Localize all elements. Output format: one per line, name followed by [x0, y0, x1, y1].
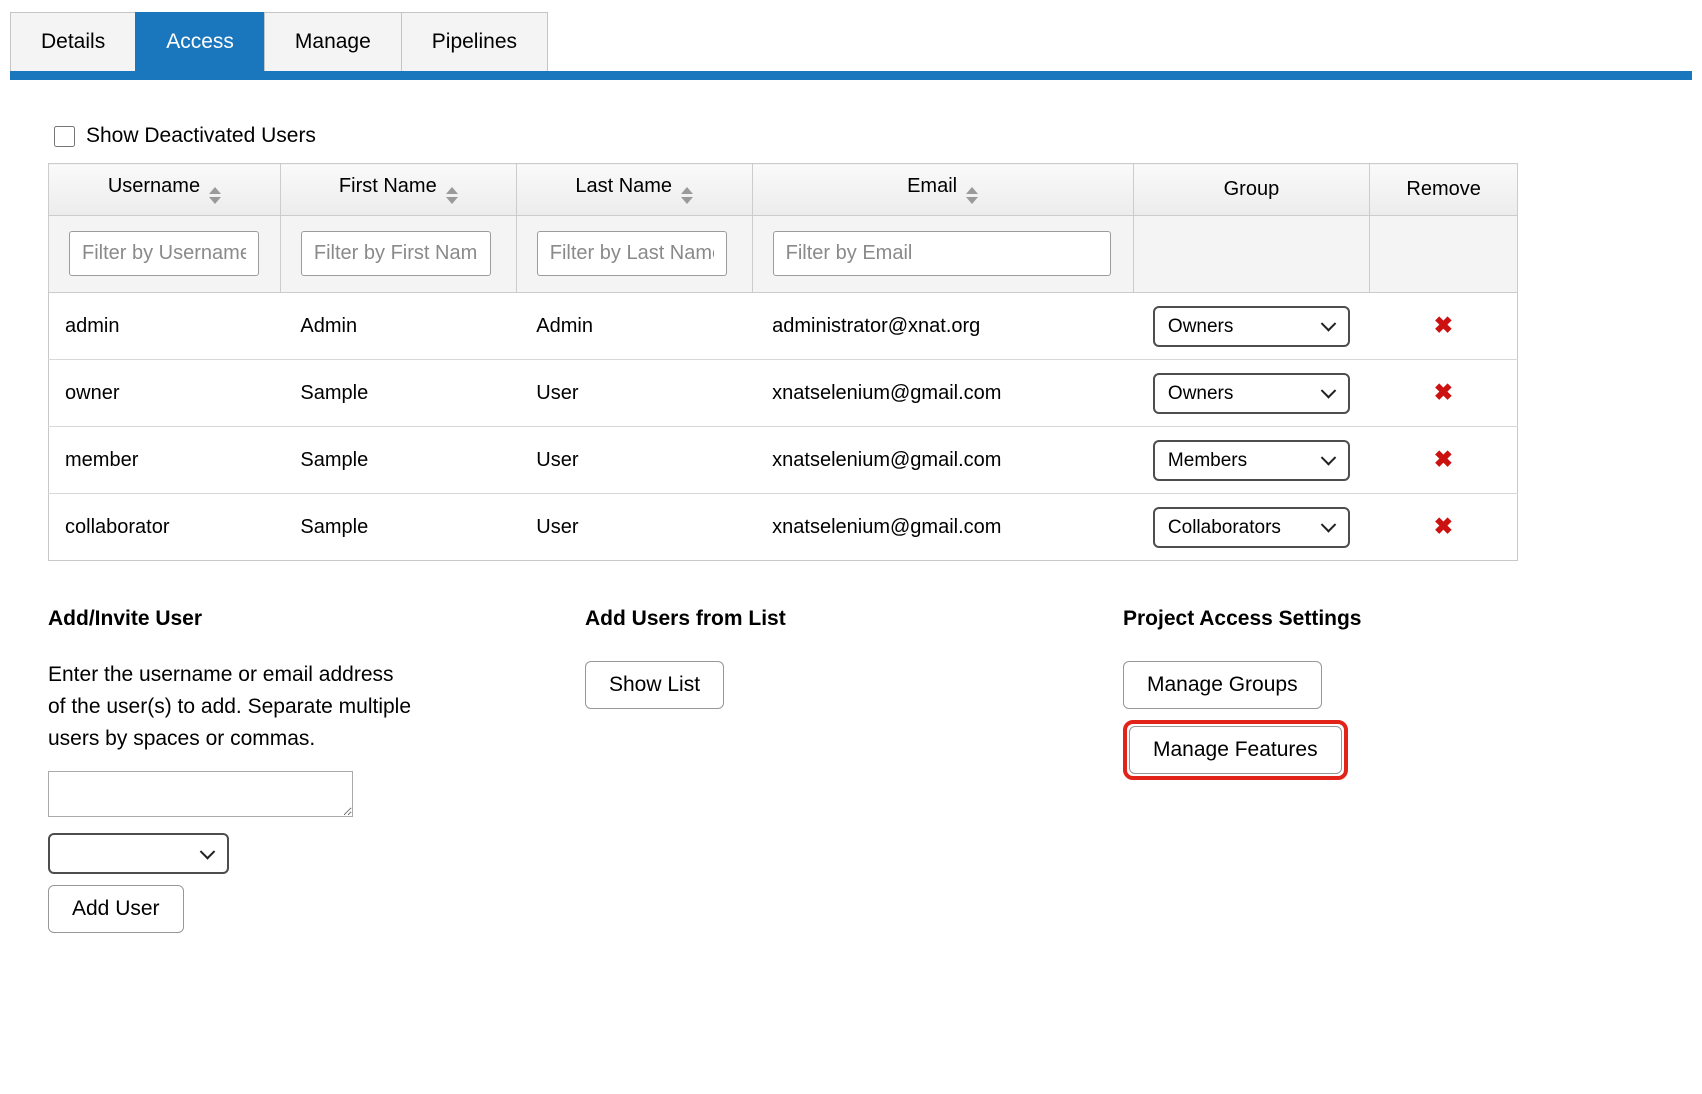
add-invite-description: Enter the username or email address of t…: [48, 659, 413, 755]
remove-cell: ✖: [1370, 427, 1518, 494]
access-tab-content: Show Deactivated Users Username First Na…: [10, 80, 1692, 933]
last-name-cell: User: [516, 360, 752, 427]
first-name-cell: Sample: [280, 494, 516, 561]
filter-first-name-input[interactable]: [301, 231, 491, 276]
column-header-first-name-label: First Name: [339, 175, 437, 197]
remove-cell: ✖: [1370, 360, 1518, 427]
add-user-group-select[interactable]: [48, 833, 229, 874]
column-header-first-name[interactable]: First Name: [280, 164, 516, 216]
add-user-textarea[interactable]: [48, 771, 353, 817]
sort-icon: [209, 187, 221, 204]
first-name-cell: Sample: [280, 427, 516, 494]
last-name-cell: User: [516, 427, 752, 494]
sort-icon: [681, 187, 693, 204]
email-cell: xnatselenium@gmail.com: [752, 360, 1133, 427]
group-select-wrap: Owners: [1153, 306, 1350, 347]
filter-email-input[interactable]: [773, 231, 1111, 276]
add-invite-user-panel: Add/Invite User Enter the username or em…: [48, 607, 585, 933]
last-name-cell: User: [516, 494, 752, 561]
group-select-wrap: Members: [1153, 440, 1350, 481]
column-header-last-name-label: Last Name: [575, 175, 672, 197]
column-header-username[interactable]: Username: [49, 164, 281, 216]
sort-icon: [966, 187, 978, 204]
project-access-settings-panel: Project Access Settings Manage Groups Ma…: [1123, 607, 1518, 933]
email-cell: xnatselenium@gmail.com: [752, 494, 1133, 561]
table-filter-row: [49, 216, 1518, 293]
add-user-group-select-row: [48, 833, 585, 874]
filter-remove-empty-cell: [1370, 216, 1518, 293]
tab-details[interactable]: Details: [10, 12, 136, 71]
table-row: member Sample User xnatselenium@gmail.co…: [49, 427, 1518, 494]
manage-features-highlight: Manage Features: [1123, 720, 1348, 780]
table-header-row: Username First Name Last Name Email Grou…: [49, 164, 1518, 216]
column-header-group: Group: [1133, 164, 1370, 216]
table-row: admin Admin Admin administrator@xnat.org…: [49, 293, 1518, 360]
show-list-button[interactable]: Show List: [585, 661, 724, 709]
group-cell: Owners: [1133, 360, 1370, 427]
username-cell: collaborator: [49, 494, 281, 561]
username-cell: admin: [49, 293, 281, 360]
table-row: owner Sample User xnatselenium@gmail.com…: [49, 360, 1518, 427]
remove-cell: ✖: [1370, 293, 1518, 360]
add-invite-user-title: Add/Invite User: [48, 607, 585, 631]
remove-user-icon[interactable]: ✖: [1434, 312, 1453, 338]
bottom-panels: Add/Invite User Enter the username or em…: [48, 607, 1518, 933]
remove-cell: ✖: [1370, 494, 1518, 561]
active-tab-underline: [10, 71, 1692, 80]
group-select[interactable]: Owners: [1153, 373, 1350, 414]
column-header-remove: Remove: [1370, 164, 1518, 216]
tab-bar: Details Access Manage Pipelines: [10, 12, 1692, 71]
tab-manage[interactable]: Manage: [264, 12, 402, 71]
first-name-cell: Admin: [280, 293, 516, 360]
remove-user-icon[interactable]: ✖: [1434, 513, 1453, 539]
filter-username-input[interactable]: [69, 231, 259, 276]
column-header-username-label: Username: [108, 175, 200, 197]
group-select[interactable]: Owners: [1153, 306, 1350, 347]
group-select-wrap: Collaborators: [1153, 507, 1350, 548]
last-name-cell: Admin: [516, 293, 752, 360]
tab-pipelines[interactable]: Pipelines: [401, 12, 548, 71]
add-user-group-select-wrap: [48, 833, 229, 874]
project-settings-page: Details Access Manage Pipelines Show Dea…: [0, 0, 1702, 933]
username-cell: owner: [49, 360, 281, 427]
column-header-email-label: Email: [907, 175, 957, 197]
show-deactivated-label: Show Deactivated Users: [86, 124, 316, 148]
sort-icon: [446, 187, 458, 204]
first-name-cell: Sample: [280, 360, 516, 427]
group-select[interactable]: Members: [1153, 440, 1350, 481]
add-user-button[interactable]: Add User: [48, 885, 184, 933]
group-cell: Collaborators: [1133, 494, 1370, 561]
project-users-table: Username First Name Last Name Email Grou…: [48, 163, 1518, 561]
filter-last-name-input[interactable]: [537, 231, 727, 276]
remove-user-icon[interactable]: ✖: [1434, 446, 1453, 472]
column-header-email[interactable]: Email: [752, 164, 1133, 216]
email-cell: xnatselenium@gmail.com: [752, 427, 1133, 494]
group-cell: Owners: [1133, 293, 1370, 360]
table-row: collaborator Sample User xnatselenium@gm…: [49, 494, 1518, 561]
show-deactivated-users-control: Show Deactivated Users: [54, 124, 1692, 148]
project-access-settings-title: Project Access Settings: [1123, 607, 1518, 631]
column-header-group-label: Group: [1224, 178, 1280, 200]
group-select-wrap: Owners: [1153, 373, 1350, 414]
group-cell: Members: [1133, 427, 1370, 494]
group-select[interactable]: Collaborators: [1153, 507, 1350, 548]
email-cell: administrator@xnat.org: [752, 293, 1133, 360]
add-users-from-list-panel: Add Users from List Show List: [585, 607, 1123, 933]
manage-features-button[interactable]: Manage Features: [1129, 726, 1342, 774]
remove-user-icon[interactable]: ✖: [1434, 379, 1453, 405]
manage-groups-button[interactable]: Manage Groups: [1123, 661, 1322, 709]
column-header-last-name[interactable]: Last Name: [516, 164, 752, 216]
username-cell: member: [49, 427, 281, 494]
filter-group-empty-cell: [1133, 216, 1370, 293]
tab-access[interactable]: Access: [135, 12, 265, 71]
add-users-from-list-title: Add Users from List: [585, 607, 1123, 631]
column-header-remove-label: Remove: [1406, 178, 1480, 200]
show-deactivated-checkbox[interactable]: [54, 126, 75, 147]
